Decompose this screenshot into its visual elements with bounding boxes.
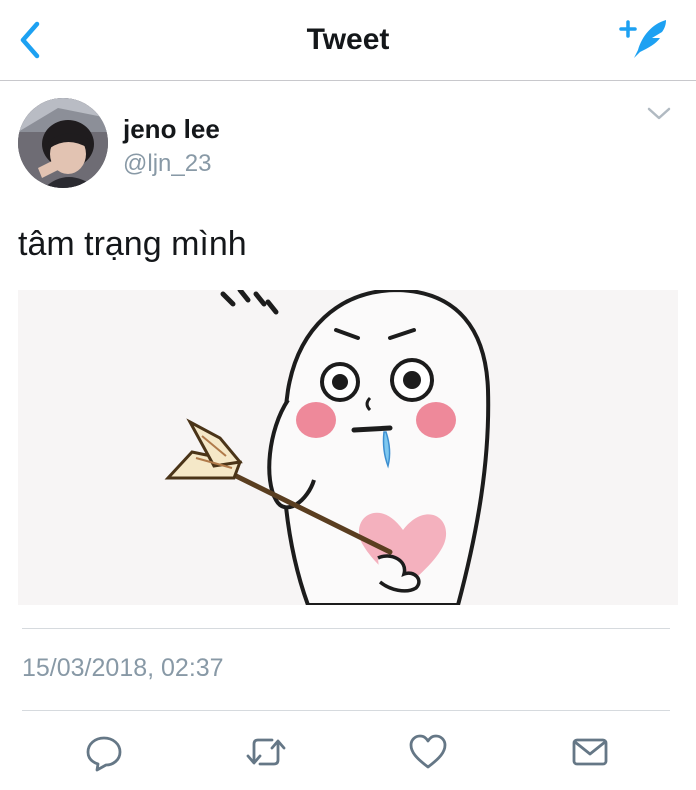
author-handle[interactable]: @ljn_23 xyxy=(123,150,211,178)
tweet-options-button[interactable] xyxy=(644,102,674,126)
reply-button[interactable] xyxy=(82,730,126,774)
avatar[interactable] xyxy=(18,98,108,188)
retweet-button[interactable] xyxy=(244,730,288,774)
direct-message-icon xyxy=(572,738,608,766)
navigation-bar: Tweet xyxy=(0,0,696,81)
tweet-text: tâm trạng mình xyxy=(18,225,247,263)
compose-tweet-button[interactable] xyxy=(618,16,674,62)
like-icon xyxy=(409,734,447,769)
page-title: Tweet xyxy=(306,23,390,56)
tweet-media-image[interactable] xyxy=(18,290,678,605)
tweet-header: jeno lee @ljn_23 xyxy=(18,96,678,192)
tweet-timestamp: 15/03/2018, 02:37 xyxy=(22,654,224,682)
author-name[interactable]: jeno lee xyxy=(123,114,220,145)
like-button[interactable] xyxy=(406,730,450,774)
tweet-action-bar xyxy=(0,726,696,778)
reply-icon xyxy=(86,736,122,772)
retweet-icon xyxy=(246,738,286,766)
divider xyxy=(22,710,670,711)
direct-message-button[interactable] xyxy=(568,730,612,774)
chevron-down-icon xyxy=(647,107,671,120)
cartoon-heart-arrow-image xyxy=(18,290,678,605)
divider xyxy=(22,628,670,629)
compose-tweet-icon xyxy=(619,20,666,58)
